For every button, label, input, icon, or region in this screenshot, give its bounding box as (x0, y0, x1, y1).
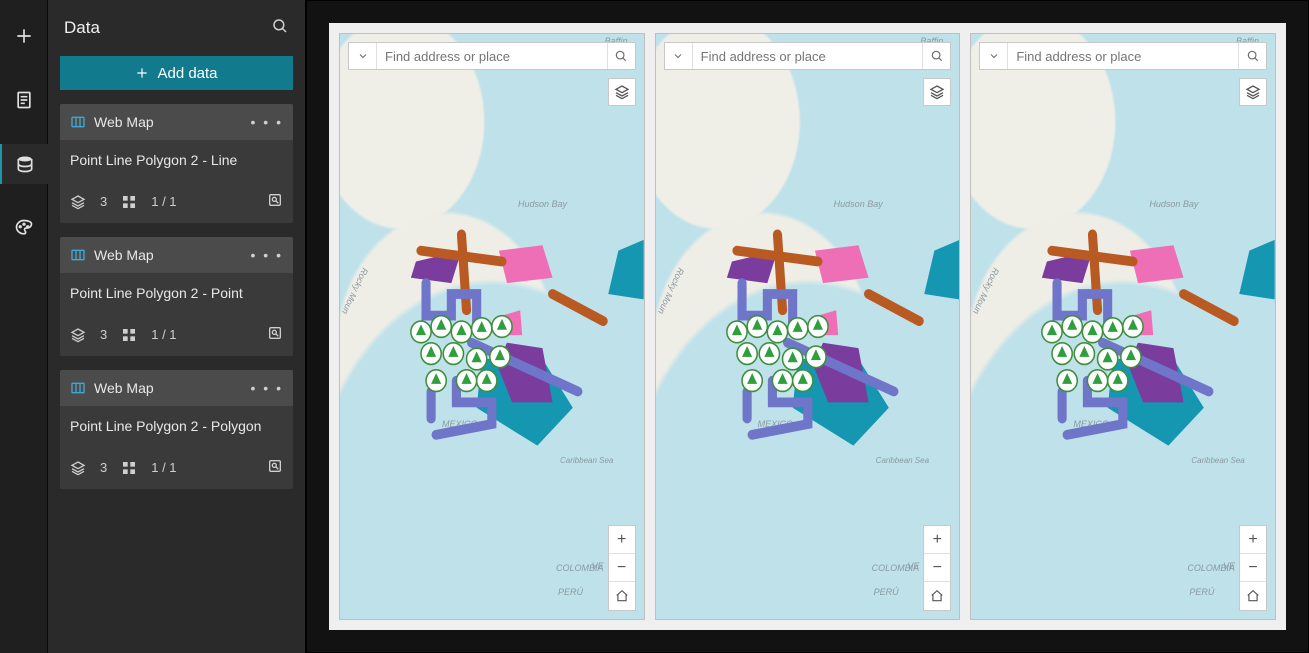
widgets-icon (121, 327, 137, 343)
search-icon[interactable] (271, 17, 289, 40)
layers-count-icon (70, 460, 86, 476)
search-source-dropdown[interactable] (665, 43, 693, 69)
data-icon[interactable] (0, 144, 48, 184)
widgets-icon (121, 460, 137, 476)
home-button[interactable] (609, 582, 635, 610)
data-card[interactable]: Web Map • • • Point Line Polygon 2 - Poi… (60, 237, 293, 356)
find-in-view-icon[interactable] (267, 458, 283, 477)
search-icon[interactable] (607, 43, 635, 69)
add-data-button[interactable]: Add data (60, 56, 293, 90)
widgets-icon (121, 194, 137, 210)
map-search-bar (348, 42, 636, 70)
card-title: Point Line Polygon 2 - Line (70, 152, 283, 168)
layers-count: 3 (100, 194, 107, 209)
search-icon[interactable] (1238, 43, 1266, 69)
zoom-control: + − (608, 525, 636, 611)
layers-icon[interactable] (608, 78, 636, 106)
search-source-dropdown[interactable] (980, 43, 1008, 69)
zoom-control: + − (923, 525, 951, 611)
left-rail (0, 0, 48, 653)
canvas-area: Baffin Hudson Bay Rocky Moun MEXICO Cari… (306, 0, 1309, 653)
data-card[interactable]: Web Map • • • Point Line Polygon 2 - Lin… (60, 104, 293, 223)
zoom-in-button[interactable]: + (924, 526, 950, 554)
search-input[interactable] (693, 43, 923, 69)
theme-icon[interactable] (0, 208, 48, 248)
zoom-control: + − (1239, 525, 1267, 611)
card-source: Web Map (94, 114, 154, 130)
zoom-in-button[interactable]: + (609, 526, 635, 554)
add-icon[interactable] (0, 16, 48, 56)
more-icon[interactable]: • • • (251, 380, 283, 396)
data-panel: Data Add data Web Map • • • Point Line P… (48, 0, 306, 653)
zoom-out-button[interactable]: − (924, 554, 950, 582)
zoom-out-button[interactable]: − (609, 554, 635, 582)
more-icon[interactable]: • • • (251, 247, 283, 263)
search-icon[interactable] (922, 43, 950, 69)
map-search-bar (979, 42, 1267, 70)
canvas-inner: Baffin Hudson Bay Rocky Moun MEXICO Cari… (329, 23, 1286, 630)
zoom-out-button[interactable]: − (1240, 554, 1266, 582)
find-in-view-icon[interactable] (267, 325, 283, 344)
webmap-icon (70, 380, 86, 396)
layers-count-icon (70, 194, 86, 210)
search-input[interactable] (1008, 43, 1238, 69)
search-input[interactable] (377, 43, 607, 69)
webmap-icon (70, 247, 86, 263)
card-title: Point Line Polygon 2 - Polygon (70, 418, 283, 434)
layers-icon[interactable] (1239, 78, 1267, 106)
add-data-label: Add data (157, 65, 217, 82)
layers-count: 3 (100, 460, 107, 475)
widgets-count: 1 / 1 (151, 194, 176, 209)
map-widget[interactable]: Baffin Hudson Bay Rocky Moun MEXICO Cari… (970, 33, 1276, 620)
zoom-in-button[interactable]: + (1240, 526, 1266, 554)
layers-count-icon (70, 327, 86, 343)
webmap-icon (70, 114, 86, 130)
panel-title: Data (64, 18, 100, 38)
data-card[interactable]: Web Map • • • Point Line Polygon 2 - Pol… (60, 370, 293, 489)
layers-icon[interactable] (923, 78, 951, 106)
layers-count: 3 (100, 327, 107, 342)
widgets-count: 1 / 1 (151, 460, 176, 475)
map-search-bar (664, 42, 952, 70)
home-button[interactable] (924, 582, 950, 610)
card-source: Web Map (94, 247, 154, 263)
search-source-dropdown[interactable] (349, 43, 377, 69)
home-button[interactable] (1240, 582, 1266, 610)
map-widget[interactable]: Baffin Hudson Bay Rocky Moun MEXICO Cari… (655, 33, 961, 620)
more-icon[interactable]: • • • (251, 114, 283, 130)
map-widget[interactable]: Baffin Hudson Bay Rocky Moun MEXICO Cari… (339, 33, 645, 620)
find-in-view-icon[interactable] (267, 192, 283, 211)
widgets-count: 1 / 1 (151, 327, 176, 342)
card-source: Web Map (94, 380, 154, 396)
card-title: Point Line Polygon 2 - Point (70, 285, 283, 301)
page-icon[interactable] (0, 80, 48, 120)
